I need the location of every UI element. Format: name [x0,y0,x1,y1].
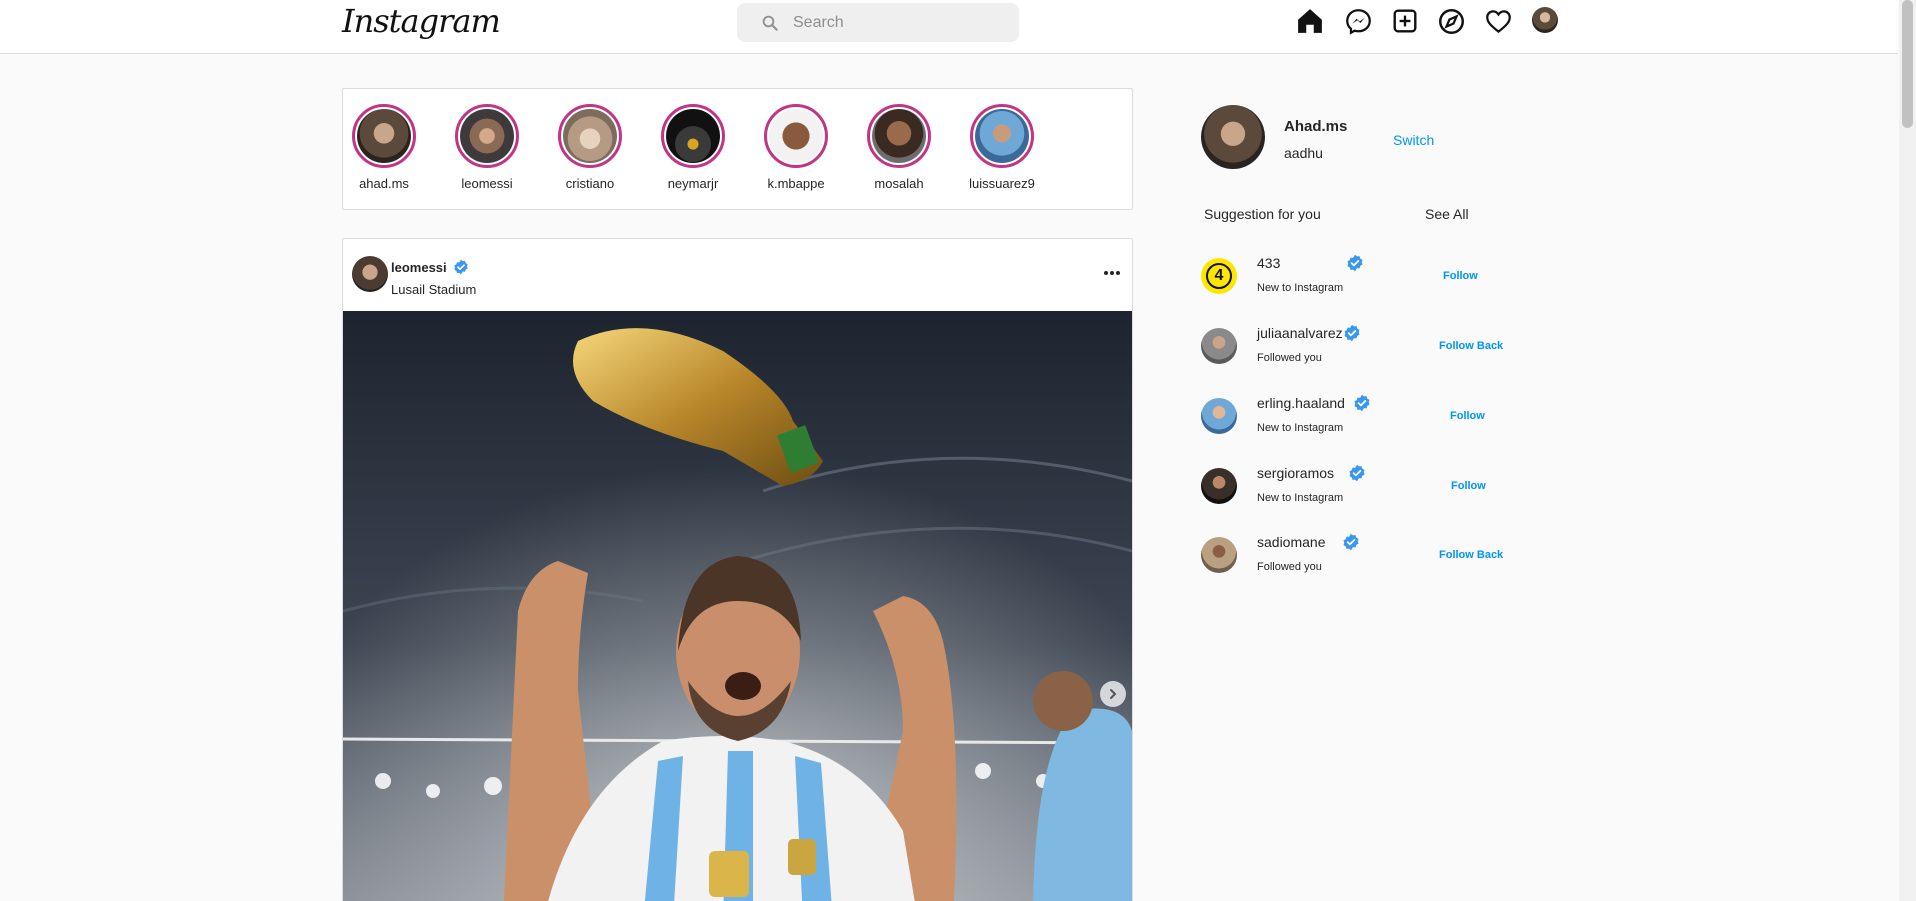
suggestion-avatar[interactable] [1201,468,1237,504]
story-item[interactable]: ahad.ms [343,104,425,191]
top-navigation-bar: Instagram [0,0,1898,54]
story-username: k.mbappe [767,176,825,191]
verified-badge-icon [1347,254,1363,272]
post-username[interactable]: leomessi [391,260,447,275]
story-item[interactable]: leomessi [446,104,528,191]
suggestion-name-row[interactable]: sergioramos [1257,464,1366,482]
story-username: neymarjr [667,176,719,191]
post-author[interactable]: leomessi [391,259,469,275]
story-username: leomessi [461,176,513,191]
follow-back-button[interactable]: Follow Back [1439,340,1503,352]
story-avatar[interactable] [764,104,828,168]
story-item[interactable]: k.mbappe [755,104,837,191]
suggestion-username[interactable]: 433 [1257,255,1280,271]
suggestion-subtitle: Followed you [1257,352,1322,364]
post-header: leomessi Lusail Stadium [343,239,1132,311]
story-avatar[interactable] [970,104,1034,168]
suggestion-name-row[interactable]: juliaanalvarez [1257,324,1361,342]
more-options-icon[interactable] [1100,261,1124,285]
suggestion-name-row[interactable]: 433 [1257,254,1364,272]
chevron-right-icon [1110,689,1117,699]
story-item[interactable]: luissuarez9 [961,104,1043,191]
suggestion-item: sadiomane Followed you Follow Back [1201,531,1511,581]
post-author-avatar[interactable] [352,256,388,292]
see-all-link[interactable]: See All [1425,206,1469,222]
verified-badge-icon [453,259,468,275]
suggestion-subtitle: New to Instagram [1257,282,1344,294]
stories-tray: ahad.ms leomessi cristiano neymarjr k.mb… [342,88,1133,210]
next-slide-button[interactable] [1100,681,1126,707]
story-username: mosalah [874,176,924,191]
story-item[interactable]: cristiano [549,104,631,191]
explore-icon[interactable] [1436,6,1466,36]
post-image[interactable] [343,311,1132,901]
suggestion-item: sergioramos New to Instagram Follow [1201,462,1511,512]
home-icon[interactable] [1295,6,1325,36]
story-username: cristiano [565,176,615,191]
story-item[interactable]: mosalah [858,104,940,191]
story-item[interactable]: neymarjr [652,104,734,191]
suggestion-username[interactable]: sergioramos [1257,465,1334,481]
activity-heart-icon[interactable] [1483,6,1513,36]
suggestion-username[interactable]: juliaanalvarez [1257,325,1343,341]
messenger-icon[interactable] [1343,6,1373,36]
suggestion-name-row[interactable]: sadiomane [1257,533,1360,551]
follow-button[interactable]: Follow [1443,270,1478,282]
story-avatar[interactable] [455,104,519,168]
switch-account-link[interactable]: Switch [1393,132,1434,148]
suggestion-name-row[interactable]: erling.haaland [1257,394,1371,412]
suggestion-item: juliaanalvarez Followed you Follow Back [1201,322,1511,372]
profile-avatar[interactable] [1532,7,1558,33]
suggestion-subtitle: New to Instagram [1257,492,1344,504]
story-avatar[interactable] [867,104,931,168]
story-avatar[interactable] [558,104,622,168]
current-user-avatar[interactable] [1201,105,1265,169]
suggestion-item: erling.haaland New to Instagram Follow [1201,392,1511,442]
suggestion-avatar[interactable]: 4 [1201,258,1237,294]
story-username: luissuarez9 [969,176,1035,191]
feed-post: leomessi Lusail Stadium [342,238,1133,901]
current-user-name[interactable]: Ahad.ms [1284,118,1347,135]
suggestion-avatar[interactable] [1201,398,1237,434]
verified-badge-icon [1343,533,1358,551]
search-box[interactable] [737,3,1019,42]
search-icon [762,15,778,31]
post-location[interactable]: Lusail Stadium [391,282,476,297]
story-avatar[interactable] [352,104,416,168]
suggestion-username[interactable]: sadiomane [1257,534,1326,550]
suggestion-avatar[interactable] [1201,537,1237,573]
search-input[interactable] [793,13,993,32]
current-user-subtitle: aadhu [1284,145,1323,161]
suggestion-avatar[interactable] [1201,328,1237,364]
page-scrollbar[interactable] [1899,0,1916,901]
story-username: ahad.ms [359,176,409,191]
verified-badge-icon [1344,324,1360,342]
follow-back-button[interactable]: Follow Back [1439,549,1503,561]
scrollbar-thumb[interactable] [1902,0,1913,128]
suggestion-username[interactable]: erling.haaland [1257,395,1345,411]
suggestion-subtitle: New to Instagram [1257,422,1344,434]
suggestion-item: 4 433 New to Instagram Follow [1201,252,1511,302]
verified-badge-icon [1354,394,1370,412]
follow-button[interactable]: Follow [1451,480,1486,492]
new-post-icon[interactable] [1390,6,1420,36]
verified-badge-icon [1349,464,1365,482]
follow-button[interactable]: Follow [1450,410,1485,422]
suggestions-heading: Suggestion for you [1204,206,1321,222]
instagram-logo[interactable]: Instagram [342,2,501,40]
suggestion-subtitle: Followed you [1257,561,1322,573]
story-avatar[interactable] [661,104,725,168]
